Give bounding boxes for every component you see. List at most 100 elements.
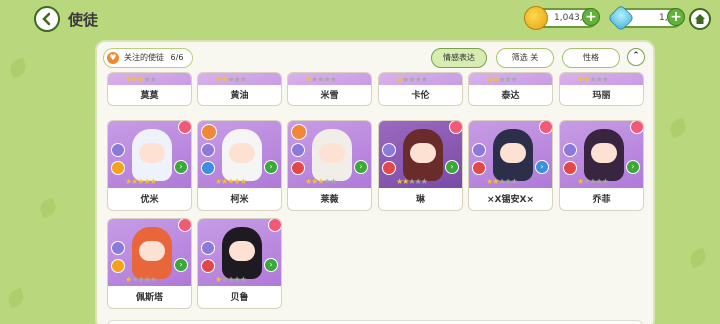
character-face [319, 143, 345, 163]
class-icon [111, 259, 125, 273]
element-icon [291, 143, 305, 157]
favorite-heart-icon[interactable] [178, 219, 191, 232]
character-name: 泰达 [501, 91, 520, 101]
class-icon [291, 161, 305, 175]
character-face [500, 143, 526, 163]
pinned-heart-icon[interactable] [201, 124, 217, 140]
class-icon [201, 161, 215, 175]
element-icon [563, 143, 577, 157]
character-card[interactable]: ★★★★★ 玛丽 [559, 72, 644, 106]
character-card[interactable]: › ★★★★★ 乔菲 [559, 120, 644, 211]
character-card[interactable]: ★★★★★ 米雪 [287, 72, 372, 106]
element-icon [201, 143, 215, 157]
class-icon [111, 161, 125, 175]
star-rating: ★★★★★ [577, 177, 609, 186]
character-card[interactable]: › ★★★★★ 贝鲁 [197, 218, 282, 309]
character-face [591, 143, 617, 163]
favorite-heart-icon[interactable] [630, 121, 643, 134]
coin-icon [524, 6, 548, 30]
character-name: 玛丽 [592, 91, 611, 101]
detail-arrow-button[interactable]: › [445, 160, 459, 174]
favorite-heart-icon[interactable] [539, 121, 552, 134]
favorite-heart-icon[interactable] [449, 121, 462, 134]
home-button[interactable] [689, 8, 711, 30]
star-rating: ★★★★★ [305, 75, 337, 84]
character-card[interactable]: ★★★★★ 黄油 [197, 72, 282, 106]
star-rating: ★★★★★ [125, 275, 157, 284]
character-name: 莱薇 [320, 195, 339, 205]
detail-arrow-button[interactable]: › [174, 160, 188, 174]
star-rating: ★★★★★ [577, 75, 609, 84]
character-card[interactable]: › ★★★★★ ×X锡安X× [468, 120, 553, 211]
background-leaf-icon [37, 197, 59, 219]
character-name: 乔菲 [592, 195, 611, 205]
back-button[interactable] [34, 6, 60, 32]
detail-arrow-button[interactable]: › [354, 160, 368, 174]
character-card[interactable]: › ★★★★★ 佩斯塔 [107, 218, 192, 309]
character-panel: ♥ 关注的使徒 6/6 情感表达 筛选 关 性格 ⌃ ★★★★★ 莫莫 ★★★★★… [95, 40, 655, 324]
star-rating: ★★★★★ [486, 177, 518, 186]
character-face [229, 143, 255, 163]
character-name: 优米 [140, 195, 159, 205]
character-card[interactable]: › ★★★★★ 优米 [107, 120, 192, 211]
class-icon [472, 161, 486, 175]
detail-arrow-button[interactable]: › [535, 160, 549, 174]
character-name: ×X锡安X× [487, 195, 534, 205]
character-name: 佩斯塔 [135, 293, 163, 303]
star-rating: ★★★★★ [125, 177, 157, 186]
character-card[interactable]: › ★★★★★ 琳 [378, 120, 463, 211]
top-bar: 使徒 1,043,502 + 1,475 + [0, 0, 720, 38]
pinned-heart-icon[interactable] [291, 124, 307, 140]
character-row-top: ★★★★★ 莫莫 ★★★★★ 黄油 ★★★★★ 米雪 ★★★★★ 卡伦 ★★★★★ 泰达 … [97, 72, 653, 112]
star-rating: ★★★★★ [215, 177, 247, 186]
chevron-left-icon [42, 12, 51, 26]
character-name: 贝鲁 [230, 293, 249, 303]
class-icon [201, 259, 215, 273]
followed-characters-badge[interactable]: ♥ 关注的使徒 6/6 [103, 48, 193, 68]
element-icon [382, 143, 396, 157]
star-rating: ★★★★★ [305, 177, 337, 186]
class-icon [382, 161, 396, 175]
next-section-card [107, 320, 643, 324]
heart-icon: ♥ [107, 52, 119, 64]
background-leaf-icon [667, 117, 689, 139]
detail-arrow-button[interactable]: › [626, 160, 640, 174]
star-rating: ★★★★★ [215, 275, 247, 284]
filter-toggle-button[interactable]: 筛选 关 [496, 48, 554, 68]
character-name: 卡伦 [411, 91, 430, 101]
character-card[interactable]: ★★★★★ 莫莫 [107, 72, 192, 106]
detail-arrow-button[interactable]: › [174, 258, 188, 272]
character-face [229, 241, 255, 261]
detail-arrow-button[interactable]: › [264, 160, 278, 174]
coin-counter: 1,043,502 + [524, 6, 600, 30]
character-card[interactable]: › ★★★★★ 柯米 [197, 120, 282, 211]
background-leaf-icon [687, 247, 709, 269]
detail-arrow-button[interactable]: › [264, 258, 278, 272]
gem-counter: 1,475 + [607, 4, 685, 32]
personality-sort-button[interactable]: 性格 [562, 48, 620, 68]
follow-count: 6/6 [170, 53, 184, 62]
background-leaf-icon [7, 57, 29, 79]
home-icon [695, 14, 705, 24]
emotion-expression-button[interactable]: 情感表达 [431, 48, 487, 68]
element-icon [111, 241, 125, 255]
character-card[interactable]: ★★★★★ 卡伦 [378, 72, 463, 106]
add-gems-button[interactable]: + [667, 8, 685, 26]
character-face [139, 241, 165, 261]
gem-icon [607, 4, 635, 32]
character-name: 黄油 [230, 91, 249, 101]
collapse-button[interactable]: ⌃ [627, 48, 645, 66]
page-title: 使徒 [68, 11, 99, 29]
character-name: 琳 [415, 195, 425, 205]
favorite-heart-icon[interactable] [268, 219, 281, 232]
character-name: 莫莫 [140, 91, 159, 101]
element-icon [111, 143, 125, 157]
character-row: › ★★★★★ 优米 › ★★★★★ 柯米 › ★★★★★ 莱薇 › ★★★★★… [97, 120, 653, 212]
add-coins-button[interactable]: + [582, 8, 600, 26]
element-icon [201, 241, 215, 255]
character-card[interactable]: ★★★★★ 泰达 [468, 72, 553, 106]
character-card[interactable]: › ★★★★★ 莱薇 [287, 120, 372, 211]
class-icon [563, 161, 577, 175]
favorite-heart-icon[interactable] [178, 121, 191, 134]
star-rating: ★★★★★ [396, 177, 428, 186]
